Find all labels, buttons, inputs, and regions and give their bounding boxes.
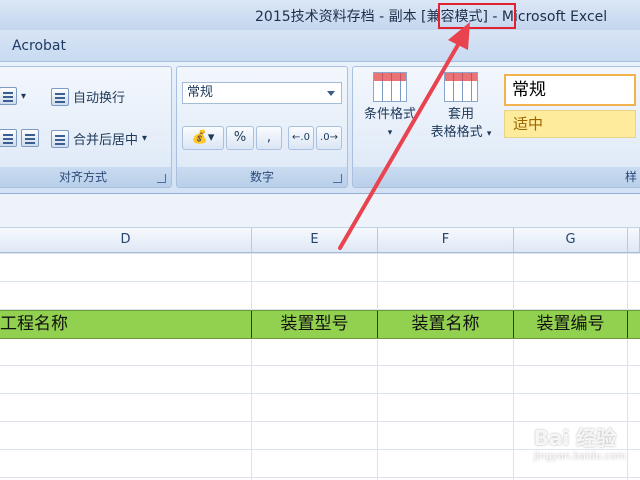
table-format-label-2: 表格格式 <box>430 125 483 140</box>
conditional-format-label: 条件格式 <box>363 107 416 122</box>
format-as-table-button[interactable]: 套用 表格格式 ▾ <box>424 72 498 143</box>
column-header-f[interactable]: F <box>378 228 514 253</box>
cell-style-normal[interactable]: 常规 <box>504 74 636 106</box>
window-title: 2015技术资料存档 - 副本 [兼容模式] - Microsoft Excel <box>255 9 608 25</box>
number-format-value: 常规 <box>187 85 214 100</box>
table-format-icon <box>444 72 478 102</box>
chevron-down-icon: ▾ <box>21 90 27 102</box>
number-group-label: 数字 <box>177 167 347 187</box>
cell-style-neutral[interactable]: 适中 <box>504 110 636 138</box>
decrease-decimal-icon: .0→ <box>320 132 338 143</box>
header-cell-project-name[interactable]: 工程名称 <box>0 311 252 338</box>
conditional-format-icon <box>373 72 407 102</box>
column-header-g[interactable]: G <box>514 228 628 253</box>
currency-format-button[interactable]: 💰▾ <box>182 126 224 150</box>
header-cell-device-model[interactable]: 装置型号 <box>252 311 378 338</box>
styles-group-label: 样 <box>353 167 640 187</box>
table-header-row: 工程名称 装置型号 装置名称 装置编号 <box>0 310 640 339</box>
increase-indent-icon <box>21 129 39 147</box>
increase-decimal-button[interactable]: ←.0 <box>288 126 314 150</box>
merge-center-label: 合并后居中 <box>73 133 139 148</box>
decrease-decimal-button[interactable]: .0→ <box>316 126 342 150</box>
text-orientation-icon <box>0 87 17 105</box>
table-format-label-1: 套用 <box>447 107 474 122</box>
formula-bar-area <box>0 194 640 228</box>
dialog-launcher-icon[interactable] <box>157 174 166 183</box>
merge-center-button[interactable]: 合并后居中 ▾ <box>51 129 147 148</box>
decrease-indent-icon <box>0 129 17 147</box>
orientation-button[interactable]: ▾ <box>0 87 26 105</box>
dialog-launcher-icon[interactable] <box>333 174 342 183</box>
chevron-down-icon: ▾ <box>387 128 393 138</box>
ribbon: ▾ 自动换行 合并后居中 ▾ 对齐方式 数字 常规 💰▾ % , ←.0 .0→ <box>0 62 640 194</box>
comma-button[interactable]: , <box>256 126 282 150</box>
compat-mode-highlight <box>438 3 516 29</box>
tab-acrobat[interactable]: Acrobat <box>12 38 66 54</box>
watermark-url: jingyan.baidu.com <box>533 451 626 462</box>
conditional-format-button[interactable]: 条件格式 ▾ <box>356 72 424 142</box>
currency-icon: 💰▾ <box>191 130 215 145</box>
chevron-down-icon: ▾ <box>486 129 492 139</box>
indent-buttons[interactable] <box>0 129 39 147</box>
chevron-down-icon: ▾ <box>142 133 148 144</box>
wrap-text-icon <box>51 87 69 106</box>
menu-bar: Acrobat <box>0 30 640 62</box>
watermark: Bai 经验 jingyan.baidu.com <box>534 422 626 462</box>
column-header-next[interactable] <box>628 228 640 253</box>
increase-decimal-icon: ←.0 <box>292 132 310 143</box>
column-header-e[interactable]: E <box>252 228 378 253</box>
watermark-brand: Bai 经验 <box>533 426 617 450</box>
column-header-d[interactable]: D <box>0 228 252 253</box>
alignment-group: ▾ 自动换行 合并后居中 ▾ 对齐方式 <box>0 66 172 188</box>
header-cell-device-number[interactable]: 装置编号 <box>514 311 628 338</box>
percent-button[interactable]: % <box>226 126 254 150</box>
alignment-group-label: 对齐方式 <box>0 167 171 187</box>
wrap-text-button[interactable]: 自动换行 <box>51 87 125 106</box>
header-cell-device-name[interactable]: 装置名称 <box>378 311 514 338</box>
merge-center-icon <box>51 129 69 148</box>
wrap-text-label: 自动换行 <box>73 91 126 106</box>
title-bar: 2015技术资料存档 - 副本 [兼容模式] - Microsoft Excel <box>0 0 640 30</box>
chevron-down-icon <box>327 91 335 96</box>
number-format-select[interactable]: 常规 <box>182 82 342 104</box>
